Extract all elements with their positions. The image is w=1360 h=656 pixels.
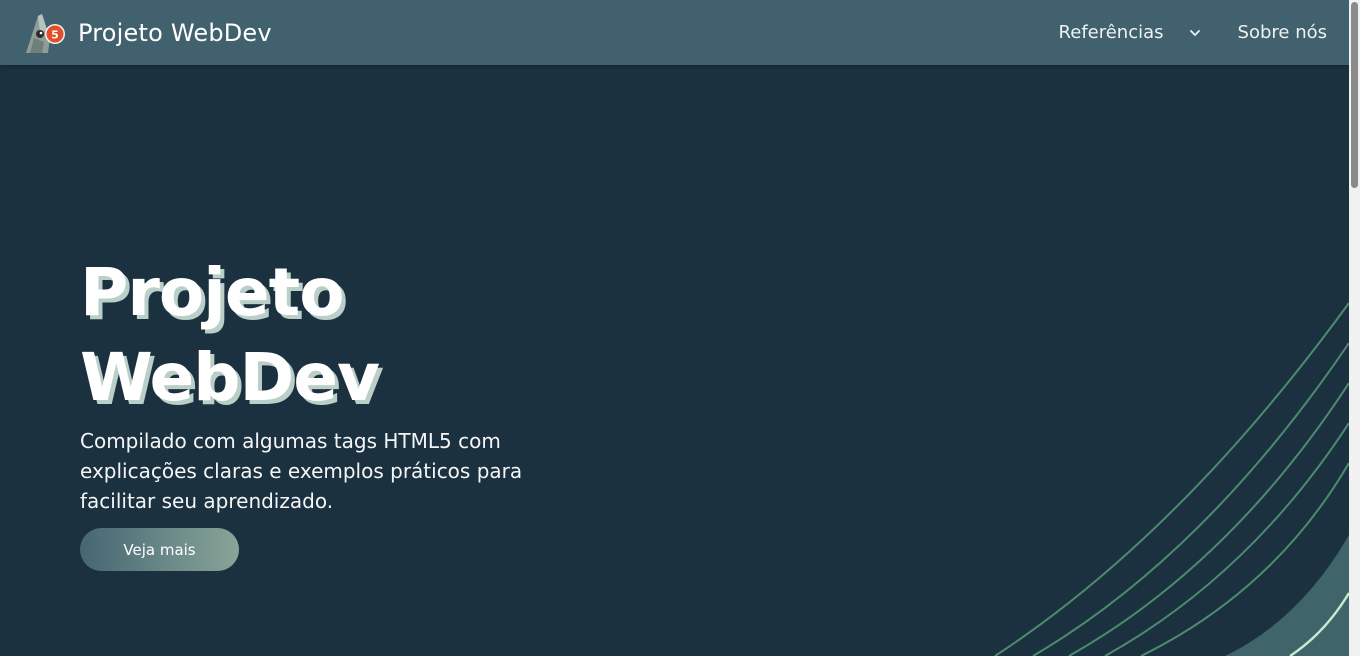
brand-title: Projeto WebDev bbox=[78, 18, 272, 47]
nav-item-sobre-nos[interactable]: Sobre nós bbox=[1238, 22, 1327, 43]
nav-item-label: Sobre nós bbox=[1237, 22, 1327, 43]
html5-logo-icon: 5 bbox=[26, 13, 65, 53]
hero-content: Projeto WebDev Compilado com algumas tag… bbox=[80, 250, 560, 572]
veja-mais-button[interactable]: Veja mais bbox=[80, 528, 239, 572]
chevron-down-icon bbox=[1189, 29, 1200, 36]
wave-line bbox=[994, 302, 1349, 656]
navbar: 5 Projeto WebDev Referências Sobre nós bbox=[0, 0, 1349, 65]
page-scrollbar[interactable] bbox=[1349, 0, 1360, 656]
hero-description: Compilado com algumas tags HTML5 com exp… bbox=[80, 429, 523, 514]
nav-links: Referências Sobre nós bbox=[1059, 22, 1327, 43]
scrollbar-thumb[interactable] bbox=[1351, 2, 1358, 188]
nav-item-referencias[interactable]: Referências bbox=[1059, 22, 1202, 43]
hero-title: Projeto WebDev bbox=[80, 254, 380, 417]
hero-section: Projeto WebDev Compilado com algumas tag… bbox=[0, 65, 1349, 656]
nav-item-label: Referências bbox=[1058, 22, 1164, 43]
logo-badge-text: 5 bbox=[51, 28, 59, 41]
brand-link[interactable]: 5 Projeto WebDev bbox=[20, 8, 272, 58]
